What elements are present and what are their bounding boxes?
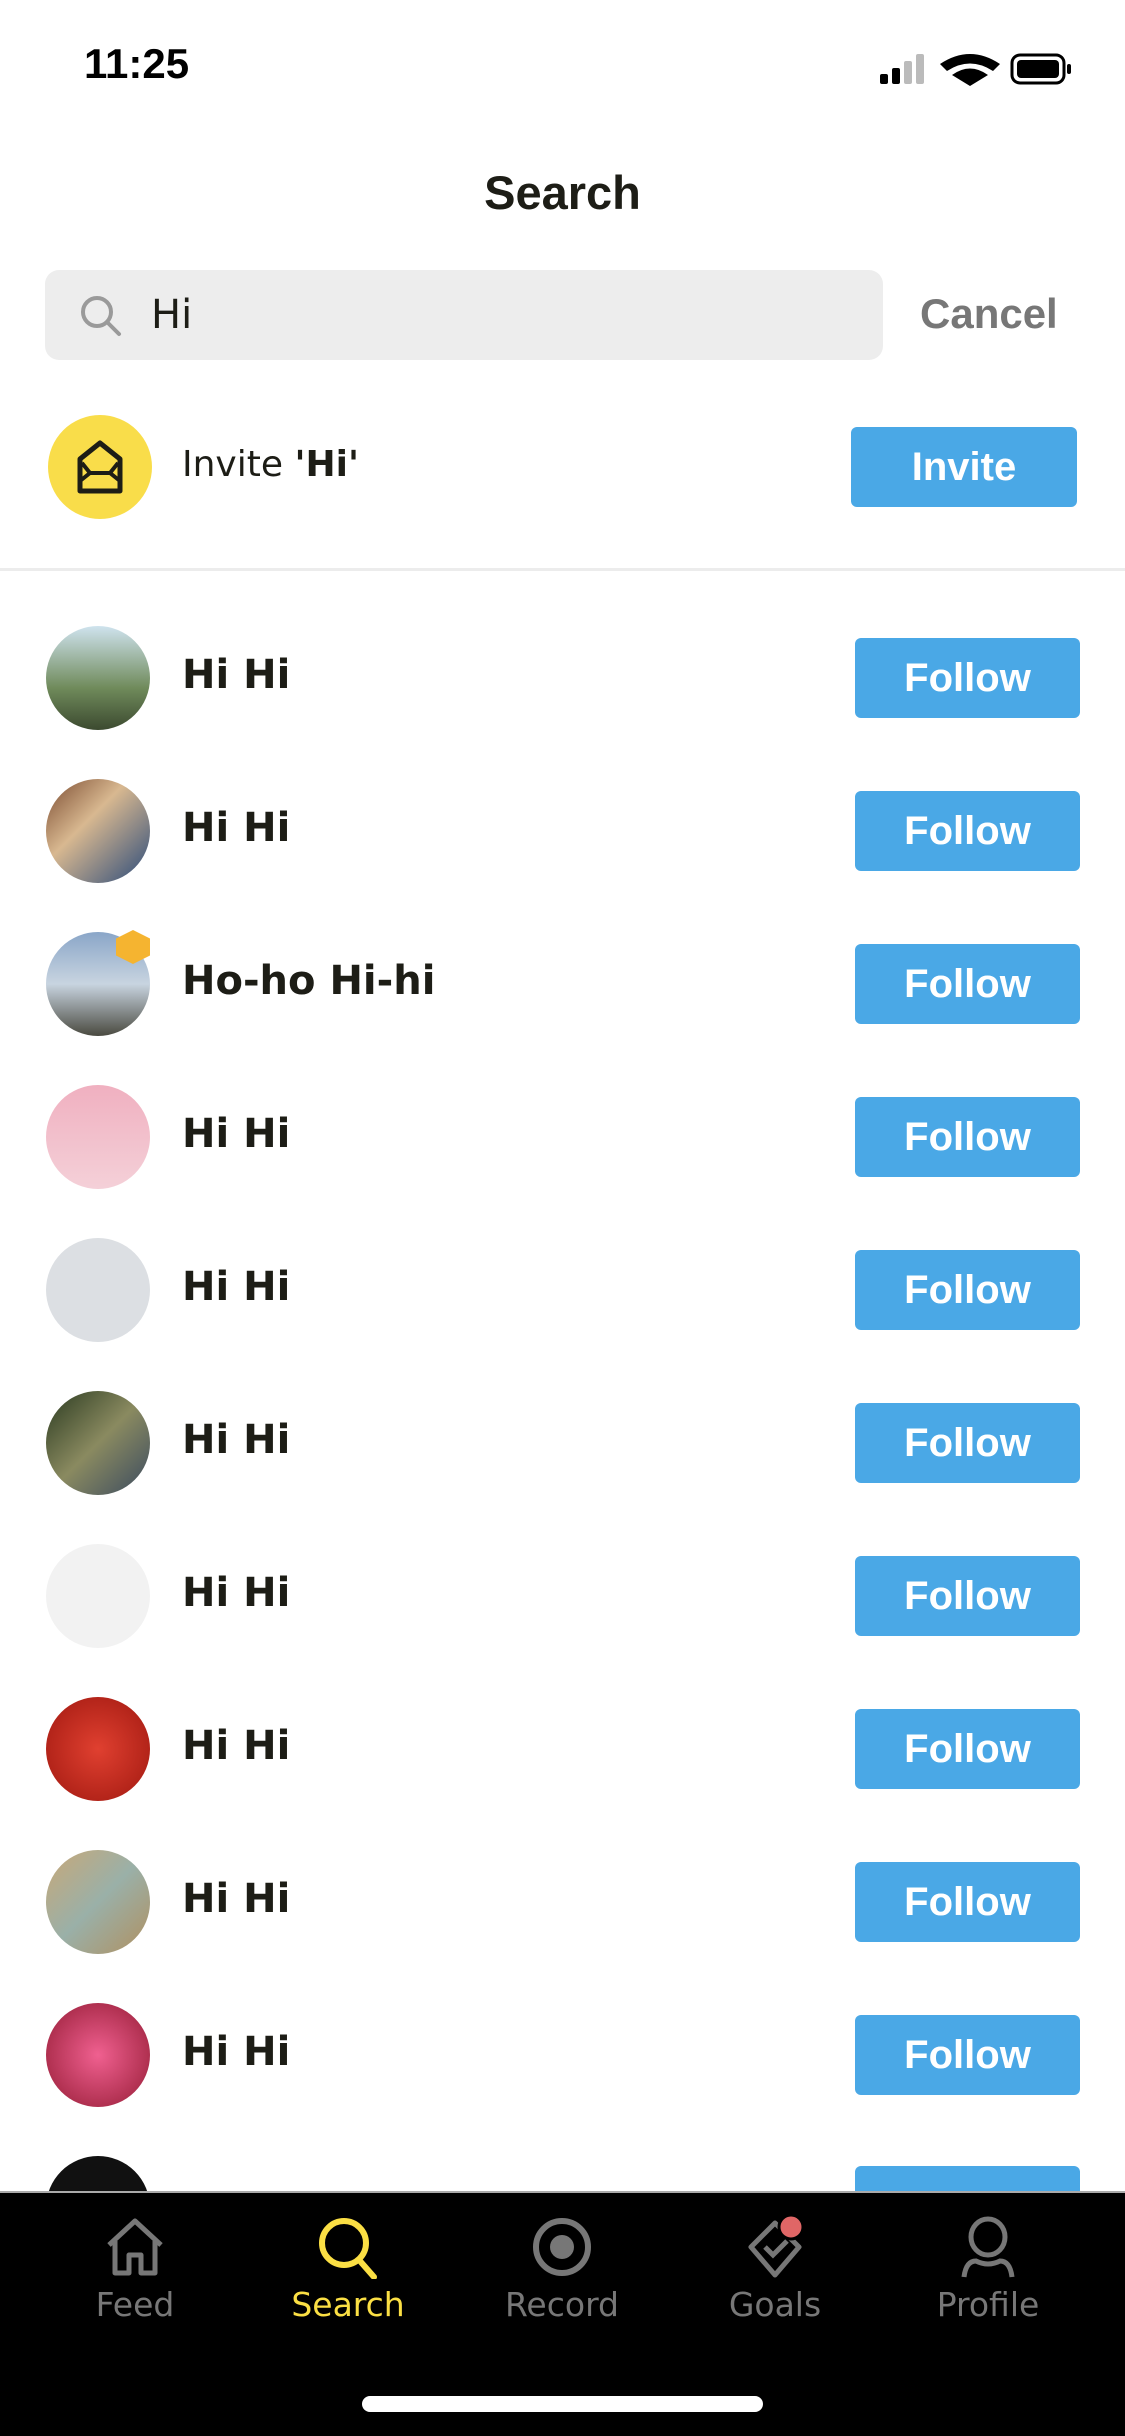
result-row[interactable]: Hi Hi Follow xyxy=(0,626,1125,776)
home-icon xyxy=(107,2218,163,2276)
follow-button[interactable]: Follow xyxy=(855,1097,1080,1177)
tab-label: Feed xyxy=(95,2285,175,2324)
user-name: Hi Hi xyxy=(182,1264,291,1310)
user-name: Hi Hi xyxy=(182,2029,291,2075)
user-name: Ho-ho Hi-hi xyxy=(182,958,436,1004)
follow-button[interactable]: Follow xyxy=(855,1556,1080,1636)
follow-button[interactable]: Follow xyxy=(855,1403,1080,1483)
cancel-button[interactable]: Cancel xyxy=(920,290,1058,338)
page-title: Search xyxy=(484,166,641,219)
tab-label: Record xyxy=(504,2285,620,2324)
result-row[interactable]: Hi Hi Follow xyxy=(0,779,1125,929)
follow-button[interactable]: Follow xyxy=(855,791,1080,871)
follow-button[interactable]: Follow xyxy=(855,2015,1080,2095)
avatar xyxy=(46,2003,150,2107)
follow-button[interactable]: Follow xyxy=(855,1709,1080,1789)
avatar xyxy=(46,1544,150,1648)
avatar xyxy=(46,1391,150,1495)
search-icon xyxy=(81,296,121,336)
follow-button[interactable]: Follow xyxy=(855,944,1080,1024)
user-name: Hi Hi xyxy=(182,1417,291,1463)
follow-button[interactable]: Follow xyxy=(855,1862,1080,1942)
user-name: Hi Hi xyxy=(182,1723,291,1769)
user-name: Hi Hi xyxy=(182,1570,291,1616)
invite-row: Invite 'Hi' Invite xyxy=(0,400,1125,540)
tab-label: Profile xyxy=(936,2285,1040,2324)
invite-prefix: Invite xyxy=(182,444,295,485)
status-time: 11:25 xyxy=(84,40,190,87)
search-input[interactable] xyxy=(151,270,851,360)
result-row[interactable]: Hi Hi Follow xyxy=(0,1850,1125,2000)
result-row[interactable]: Hi Hi Follow xyxy=(0,1544,1125,1694)
result-row[interactable]: Ho-ho Hi-hi Follow xyxy=(0,930,1125,1082)
result-row[interactable]: Hi Hi Follow xyxy=(0,1085,1125,1235)
avatar xyxy=(46,779,150,883)
user-name: Hi Hi xyxy=(182,805,291,851)
invite-text: Invite 'Hi' xyxy=(182,444,359,485)
tab-record[interactable]: Record xyxy=(462,2193,662,2353)
profile-icon xyxy=(961,2216,1015,2278)
notification-badge xyxy=(777,2215,805,2241)
follow-button[interactable]: Follow xyxy=(855,1250,1080,1330)
tab-label: Goals xyxy=(728,2285,822,2324)
avatar xyxy=(46,1238,150,1342)
invite-query: 'Hi' xyxy=(294,444,359,485)
tab-profile[interactable]: Profile xyxy=(888,2193,1088,2353)
follow-button[interactable]: Follow xyxy=(855,638,1080,718)
search-icon xyxy=(319,2218,377,2279)
envelope-open-icon xyxy=(48,415,152,519)
result-row[interactable]: Hi Hi Follow xyxy=(0,1391,1125,1541)
search-field[interactable] xyxy=(45,270,883,360)
user-name: Hi Hi xyxy=(182,1111,291,1157)
signal-wifi-battery-icon xyxy=(880,53,1071,86)
avatar xyxy=(46,1697,150,1801)
tab-label: Search xyxy=(291,2285,405,2324)
status-icons xyxy=(880,52,1080,88)
partial-row xyxy=(0,2156,1125,2260)
tab-feed[interactable]: Feed xyxy=(35,2193,235,2353)
result-row[interactable]: Hi Hi Follow xyxy=(0,1238,1125,1388)
divider xyxy=(0,568,1125,571)
tab-goals[interactable]: Goals xyxy=(675,2193,875,2353)
avatar xyxy=(46,626,150,730)
user-name: Hi Hi xyxy=(182,1876,291,1922)
user-name: Hi Hi xyxy=(182,652,291,698)
avatar xyxy=(46,1085,150,1189)
record-icon xyxy=(533,2218,591,2276)
result-row[interactable]: Hi Hi Follow xyxy=(0,1697,1125,1847)
tab-search[interactable]: Search xyxy=(248,2193,448,2353)
home-indicator xyxy=(362,2396,763,2412)
result-row[interactable]: Hi Hi Follow xyxy=(0,2003,1125,2153)
invite-button[interactable]: Invite xyxy=(851,427,1077,507)
goals-icon xyxy=(748,2215,805,2278)
avatar xyxy=(46,1850,150,1954)
